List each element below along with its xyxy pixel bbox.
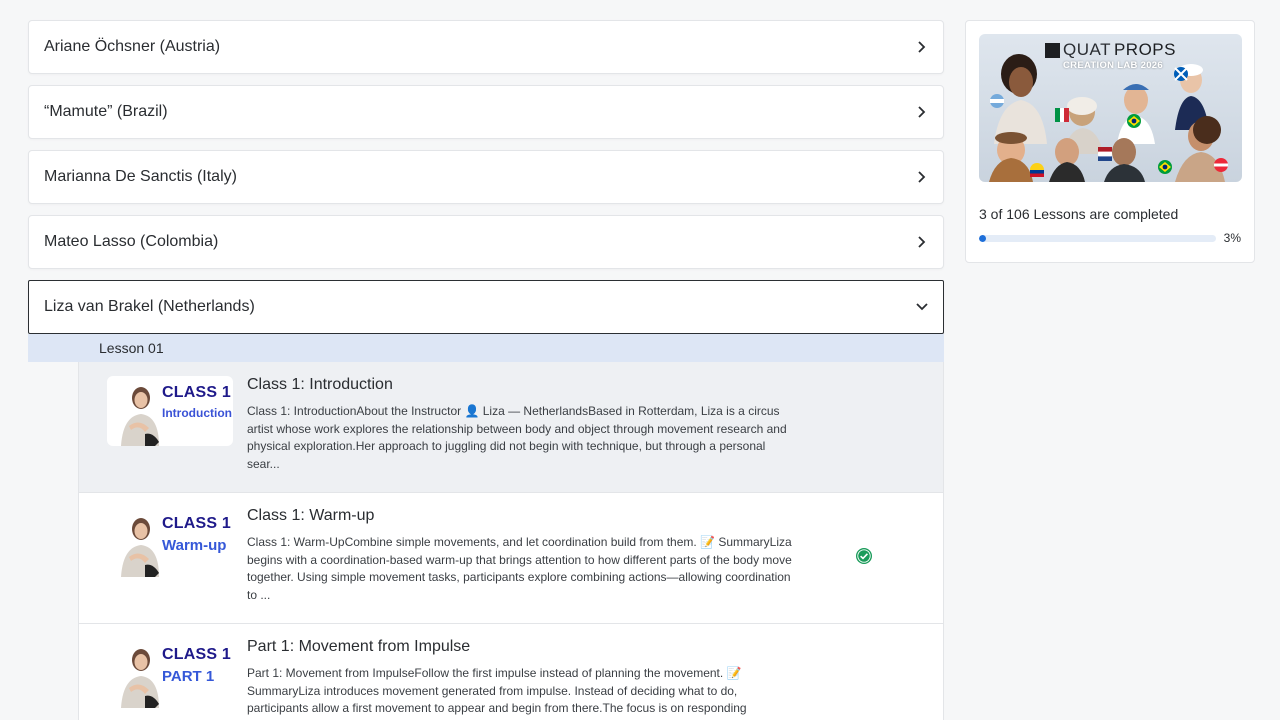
- accordion-item-label: Ariane Öchsner (Austria): [44, 38, 221, 55]
- lesson-thumbnail: CLASS 1 Warm-up: [107, 507, 233, 577]
- lesson-title: Class 1: Warm-up: [247, 507, 375, 524]
- lesson-description: Part 1: Movement from ImpulseFollow the …: [247, 666, 747, 716]
- instructor-portrait-icon: [121, 387, 159, 446]
- accordion-item-mamute[interactable]: “Mamute” (Brazil): [28, 85, 944, 139]
- progress-bar: [979, 234, 1216, 242]
- chevron-right-icon: [915, 105, 929, 119]
- accordion-item-marianna[interactable]: Marianna De Sanctis (Italy): [28, 150, 944, 204]
- lesson-thumbnail: CLASS 1 Introduction: [107, 376, 233, 446]
- thumbnail-subtitle: Warm-up: [162, 537, 227, 554]
- progress-text: 3 of 106 Lessons are completed: [979, 206, 1179, 222]
- lesson-description: Class 1: Warm-UpCombine simple movements…: [247, 535, 792, 603]
- banner-brand-part-b: PROPS: [1113, 40, 1176, 59]
- progress-percent: 3%: [1223, 231, 1241, 245]
- thumbnail-subtitle: Introduction: [162, 406, 232, 420]
- lesson-row[interactable]: CLASS 1 PART 1 Part 1: Movement from Imp…: [79, 624, 944, 720]
- lesson-description: Class 1: IntroductionAbout the Instructo…: [247, 404, 787, 472]
- thumbnail-title: CLASS 1: [162, 515, 231, 532]
- lesson-title: Class 1: Introduction: [247, 376, 393, 393]
- accordion-item-label: Liza van Brakel (Netherlands): [44, 298, 255, 315]
- lesson-row[interactable]: CLASS 1 Introduction Class 1: Introducti…: [79, 362, 944, 493]
- accordion-item-label: Marianna De Sanctis (Italy): [44, 168, 237, 185]
- brand-logo-icon: [1045, 42, 1060, 58]
- banner-subtitle: CREATION LAB 2026: [1063, 60, 1163, 71]
- check-circle-icon: [856, 548, 872, 564]
- lesson-row[interactable]: CLASS 1 Warm-up Class 1: Warm-up Class 1…: [79, 493, 944, 624]
- course-content: Ariane Öchsner (Austria) “Mamute” (Brazi…: [28, 20, 944, 720]
- instructor-portrait-icon: [121, 649, 159, 708]
- chevron-right-icon: [915, 235, 929, 249]
- thumbnail-title: CLASS 1: [162, 646, 231, 663]
- chevron-right-icon: [915, 170, 929, 184]
- chevron-right-icon: [915, 40, 929, 54]
- lesson-thumbnail: CLASS 1 PART 1: [107, 638, 233, 708]
- accordion-item-label: Mateo Lasso (Colombia): [44, 233, 219, 250]
- lesson-list: CLASS 1 Introduction Class 1: Introducti…: [78, 362, 944, 720]
- banner-brand-part-a: QUAT: [1063, 40, 1111, 59]
- lesson-group-label: Lesson 01: [99, 340, 164, 356]
- thumbnail-title: CLASS 1: [162, 384, 231, 401]
- accordion-item-mateo[interactable]: Mateo Lasso (Colombia): [28, 215, 944, 269]
- progress-bar-fill: [979, 234, 987, 242]
- lesson-group-header[interactable]: Lesson 01: [28, 334, 944, 362]
- thumbnail-subtitle: PART 1: [162, 668, 215, 685]
- accordion-item-label: “Mamute” (Brazil): [44, 103, 168, 120]
- accordion-item-liza[interactable]: Liza van Brakel (Netherlands): [28, 280, 944, 334]
- course-progress-card: QUAT PROPS CREATION LAB 2026 3 of 106 Les…: [965, 20, 1255, 263]
- course-banner: QUAT PROPS CREATION LAB 2026: [979, 34, 1242, 182]
- lesson-title: Part 1: Movement from Impulse: [247, 638, 471, 655]
- instructor-portrait-icon: [121, 518, 159, 577]
- chevron-down-icon: [915, 300, 929, 314]
- banner-brand: QUAT PROPS: [1045, 40, 1176, 60]
- accordion-item-ariane[interactable]: Ariane Öchsner (Austria): [28, 20, 944, 74]
